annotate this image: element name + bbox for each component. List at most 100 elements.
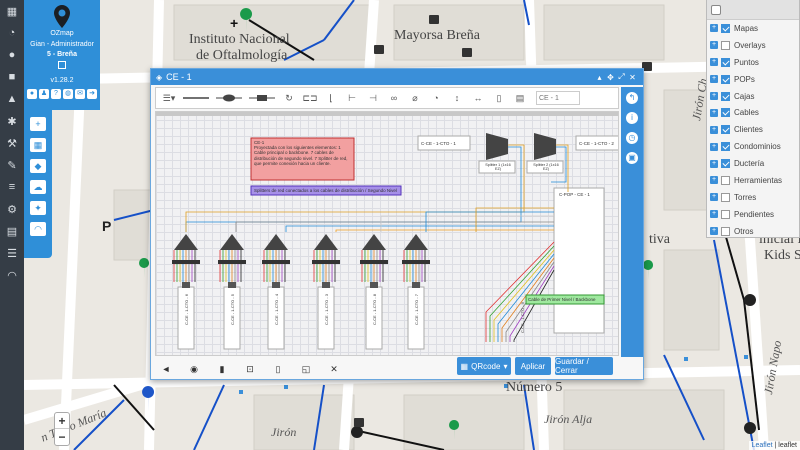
expand-plus-icon[interactable]: + [710,125,718,134]
wifi-icon[interactable]: ◠ [0,264,24,286]
arrows-horizontal-icon[interactable]: ↔ [469,90,487,106]
database-icon[interactable]: ▤ [0,220,24,242]
rotate-icon[interactable]: ↻ [280,90,298,106]
splitter-group[interactable] [360,234,388,350]
bend-left-icon[interactable]: ⌊ [322,90,340,106]
cable-label[interactable]: C-CE - 1-CTO - 3 [324,294,329,325]
expand-plus-icon[interactable]: + [710,210,718,219]
connector-box-icon[interactable]: ⊡ [242,362,258,376]
layers-icon[interactable]: ◆ [30,159,46,173]
cable-label[interactable]: C-CE - 1-CTO - 8 [372,294,377,325]
apply-button[interactable]: Aplicar [515,357,551,375]
logout-icon[interactable]: ➜ [87,89,97,99]
layer-checkbox[interactable] [721,23,730,33]
lock-icon[interactable] [711,4,721,15]
dashboard-icon[interactable]: ◔ [0,22,24,44]
layer-item[interactable]: + Pendientes [707,206,799,223]
layer-item[interactable]: + Torres [707,189,799,206]
purple-label[interactable]: Splitters de red conectados a los cables… [254,188,397,193]
clock-icon[interactable]: ◷ [626,132,638,144]
list-dropdown-icon[interactable]: ☰▾ [160,90,178,106]
layer-item[interactable]: + Overlays [707,37,799,54]
layer-checkbox[interactable] [721,57,730,67]
globe-icon[interactable]: ◍ [63,89,73,99]
box-tool-icon[interactable]: ▮ [214,362,230,376]
layer-item[interactable]: + Cables [707,104,799,121]
layer-item[interactable]: + Herramientas [707,172,799,189]
calendar-icon[interactable] [58,61,66,69]
layer-item[interactable]: + Puntos [707,54,799,71]
grid-icon[interactable]: ▦ [30,138,46,152]
image-icon[interactable]: ▣ [626,152,638,164]
layer-checkbox[interactable] [721,175,730,185]
tools-icon[interactable]: ⚙ [0,198,24,220]
dialog-search-input[interactable] [536,91,580,105]
add-element-icon[interactable]: + [30,117,46,131]
list-icon[interactable]: ≡ [0,176,24,198]
backbone-label[interactable]: Cable de Primer Nivel / Backbone [528,297,596,302]
splitter-group[interactable] [172,234,200,350]
layer-item[interactable]: + Mapas [707,20,799,37]
expand-plus-icon[interactable]: + [710,176,718,185]
zoom-out-button[interactable]: − [55,429,69,445]
rack-icon[interactable]: ▯ [270,362,286,376]
cable-label[interactable]: C-CE - 1-CTO - 6 [184,294,189,325]
cable-label[interactable]: C-CE - 1-CTO - 5 [230,294,235,325]
close-icon[interactable]: ✕ [627,73,638,82]
gauge-icon[interactable]: ◔ [427,90,445,106]
layer-checkbox[interactable] [721,125,730,135]
note-icon[interactable]: ◱ [298,362,314,376]
layer-item[interactable]: + POPs [707,71,799,88]
report-icon[interactable]: ▤ [511,90,529,106]
expand-plus-icon[interactable]: + [710,193,718,202]
layer-checkbox[interactable] [721,209,730,219]
expand-icon[interactable]: ⤢ [616,72,627,82]
layer-checkbox[interactable] [721,192,730,202]
main-cable-label[interactable]: C-CE - 1-CTO - 9 [520,302,525,333]
splitter-group[interactable] [262,234,290,350]
layer-checkbox[interactable] [721,74,730,84]
truck-icon[interactable]: ■ [0,66,24,88]
layer-item[interactable]: + Clientes [707,121,799,138]
delete-icon[interactable]: ✕ [326,362,342,376]
expand-plus-icon[interactable]: + [710,159,718,168]
merge-icon[interactable]: ⊣ [364,90,382,106]
note-ce1[interactable]: CE-1 Proyectada con los siguientes eleme… [254,140,352,166]
layer-checkbox[interactable] [721,40,730,50]
users-icon[interactable]: ● [0,44,24,66]
menu-icon[interactable]: ☰ [0,242,24,264]
move-icon[interactable]: ✥ [605,73,616,82]
pencil-icon[interactable]: ✎ [0,154,24,176]
wrench-icon[interactable]: ⚒ [0,132,24,154]
help-icon[interactable]: ? [51,89,61,99]
layer-checkbox[interactable] [721,159,730,169]
user-zone[interactable]: 5 - Breña [24,51,100,58]
info-icon[interactable]: i [626,112,638,124]
expand-plus-icon[interactable]: + [710,24,718,33]
expand-plus-icon[interactable]: + [710,58,718,67]
layer-item[interactable]: + Condominios [707,138,799,155]
link-icon[interactable]: ∞ [385,90,403,106]
splitter-group[interactable] [218,234,246,350]
expand-plus-icon[interactable]: + [710,227,718,236]
expand-plus-icon[interactable]: + [710,142,718,151]
leaflet-link[interactable]: Leaflet [752,442,773,449]
unlink-icon[interactable]: ⌀ [406,90,424,106]
user-icon[interactable]: ♟ [39,89,49,99]
layer-item[interactable]: + Cajas [707,88,799,105]
pop-label[interactable]: C-POP - CE - 1 [559,192,590,197]
expand-plus-icon[interactable]: + [710,92,718,100]
lightbulb-icon[interactable]: ✦ [30,201,46,215]
cable-label[interactable]: C-CE - 1-CTO - 4 [274,294,279,325]
qrcode-button[interactable]: ▦ QRcode ▾ [457,357,511,375]
expand-plus-icon[interactable]: + [710,108,718,117]
save-close-button[interactable]: Guardar / Cerrar [555,357,613,375]
layer-checkbox[interactable] [721,91,730,101]
layer-checkbox[interactable] [721,226,730,236]
splitter-group[interactable] [402,234,430,350]
splitter-group[interactable] [312,234,340,350]
attenuator-icon[interactable]: ⊏⊐ [301,90,319,106]
map-icon[interactable]: ▦ [0,0,24,22]
layer-checkbox[interactable] [721,142,730,152]
settings-icon[interactable]: ✱ [0,110,24,132]
